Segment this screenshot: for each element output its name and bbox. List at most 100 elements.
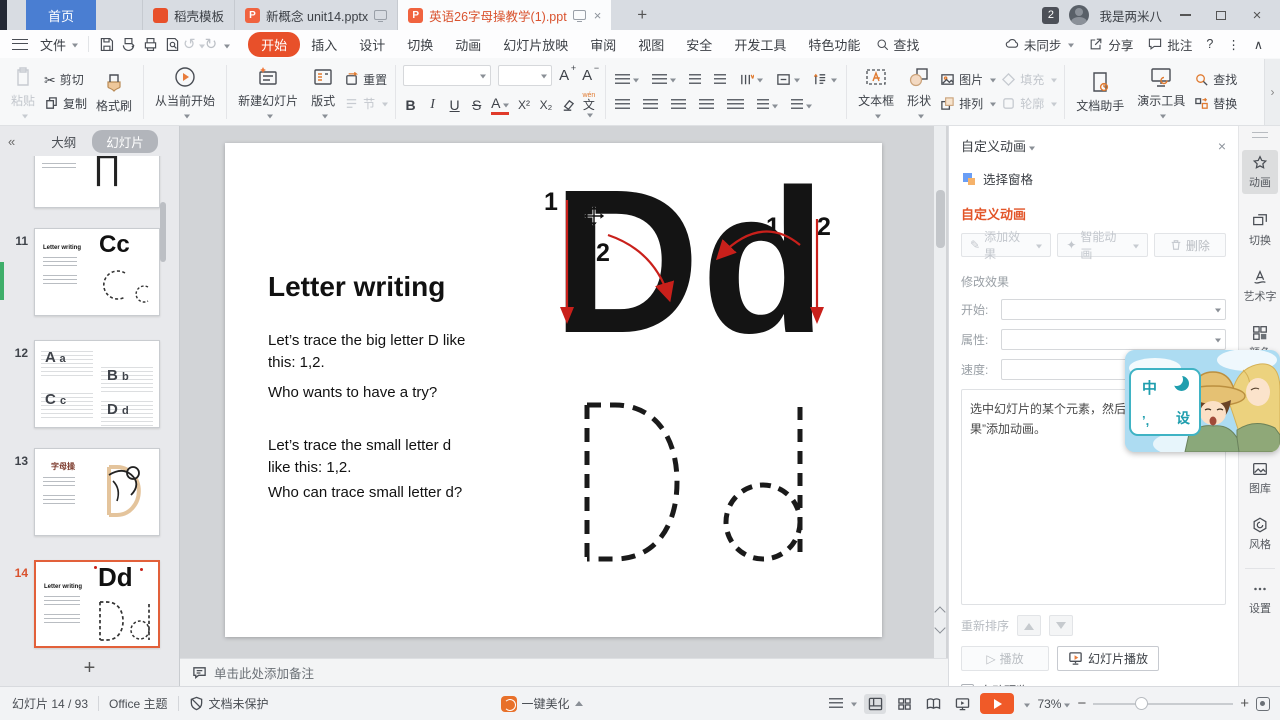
input-method-overlay[interactable]: 中 ’, 设 xyxy=(1125,350,1280,452)
comment-button[interactable]: 批注 xyxy=(1142,35,1197,54)
text-direction-button[interactable] xyxy=(737,70,765,89)
zoom-out-button[interactable]: − xyxy=(1077,695,1086,712)
avatar[interactable] xyxy=(1069,5,1089,25)
notes-bar[interactable]: 单击此处添加备注 xyxy=(180,658,948,686)
ribbon-tab-slideshow[interactable]: 幻灯片放映 xyxy=(503,32,568,57)
close-panel-icon[interactable]: × xyxy=(1218,138,1226,154)
reset-button[interactable]: 重置 xyxy=(344,71,388,88)
present-mode-icon[interactable] xyxy=(573,10,586,20)
rail-transition[interactable]: 切换 xyxy=(1242,208,1278,252)
new-tab-button[interactable]: + xyxy=(637,0,647,30)
editing-canvas[interactable]: Letter writing Let’s trace the big lette… xyxy=(180,126,948,658)
bullets-button[interactable] xyxy=(613,72,641,88)
zoom-slider[interactable] xyxy=(1093,703,1233,705)
ribbon-tab-design[interactable]: 设计 xyxy=(359,32,385,57)
property-dropdown[interactable] xyxy=(1001,329,1226,350)
slideshow-play-button[interactable]: 幻灯片播放 xyxy=(1057,646,1159,671)
restore-button[interactable] xyxy=(1208,5,1234,25)
ribbon-tab-home[interactable]: 开始 xyxy=(248,32,300,57)
view-sorter-button[interactable] xyxy=(893,694,915,714)
notification-badge[interactable]: 2 xyxy=(1042,7,1059,24)
tab-outline[interactable]: 大纲 xyxy=(43,130,84,153)
close-window-button[interactable]: × xyxy=(1244,5,1270,25)
phonetic-guide-button[interactable]: wén文 xyxy=(582,92,595,118)
shapes-button[interactable]: 形状 xyxy=(903,64,935,120)
ribbon-tab-features[interactable]: 特色功能 xyxy=(808,32,860,57)
increase-indent-button[interactable] xyxy=(712,72,728,88)
slideshow-options-icon[interactable] xyxy=(1021,697,1030,711)
ime-punctuation-indicator[interactable]: ’, xyxy=(1142,413,1149,428)
tab-document-2-active[interactable]: P 英语26字母操教学(1).ppt × xyxy=(398,0,611,30)
rail-handle-icon[interactable] xyxy=(1252,132,1268,138)
clear-format-icon[interactable] xyxy=(560,98,575,113)
help-icon[interactable]: ? xyxy=(1201,37,1218,51)
tab-home[interactable]: 首页 xyxy=(26,0,96,30)
cut-button[interactable]: ✂剪切 xyxy=(44,71,87,88)
thumbnail-slide-14[interactable]: Letter writing Dd xyxy=(34,560,160,648)
bold-button[interactable]: B xyxy=(403,97,418,114)
rail-wordart[interactable]: 艺术字 xyxy=(1242,264,1278,308)
redo-icon[interactable]: ↻ xyxy=(205,35,218,53)
doc-assistant-button[interactable]: 文档助手 xyxy=(1072,69,1128,115)
smart-animation-button[interactable]: ✦智能动画 xyxy=(1057,233,1147,257)
print-icon[interactable] xyxy=(139,33,161,55)
slide-paragraph-1[interactable]: Let’s trace the big letter D like this: … xyxy=(268,330,518,374)
present-mode-icon[interactable] xyxy=(374,10,387,20)
layout-button[interactable]: 版式 xyxy=(307,64,339,120)
quickbar-more-icon[interactable] xyxy=(221,37,230,52)
one-click-beautify-button[interactable]: 一键美化 xyxy=(501,695,583,712)
ime-language-indicator[interactable]: 中 xyxy=(1142,377,1157,398)
theme-name[interactable]: Office 主题 xyxy=(109,695,167,712)
thumbnail-slide-11[interactable]: Letter writing Cc xyxy=(34,228,160,316)
selection-pane-button[interactable]: 选择窗格 xyxy=(961,169,1226,188)
slide-paragraph-2[interactable]: Who wants to have a try? xyxy=(268,382,518,404)
increase-font-button[interactable]: ∏A+ xyxy=(559,67,575,84)
rail-style[interactable]: 风格 xyxy=(1242,512,1278,556)
align-text-button[interactable] xyxy=(774,70,802,89)
delete-effect-button[interactable]: 删除 xyxy=(1154,233,1226,257)
toolbar-expander[interactable]: › xyxy=(1264,59,1280,125)
fit-to-window-button[interactable] xyxy=(1256,697,1270,711)
ribbon-find[interactable]: 查找 xyxy=(871,35,923,54)
ime-settings[interactable]: 设 xyxy=(1176,408,1190,428)
rail-animation[interactable]: 动画 xyxy=(1242,150,1278,194)
thumbnail-slide-13[interactable]: 字母操 xyxy=(34,448,160,536)
view-normal-button[interactable] xyxy=(864,694,886,714)
more-options-icon[interactable]: ⋮ xyxy=(1222,37,1245,52)
add-slide-button[interactable]: + xyxy=(0,654,179,682)
slide-canvas[interactable]: Letter writing Let’s trace the big lette… xyxy=(225,143,882,637)
print-preview-icon[interactable] xyxy=(161,33,183,55)
share-button[interactable]: 分享 xyxy=(1083,35,1138,54)
thumbnail-slide-10[interactable]: ∏ xyxy=(34,156,160,208)
tab-docer-templates[interactable]: 稻壳模板 xyxy=(142,0,235,30)
distribute-button[interactable] xyxy=(725,97,746,113)
slideshow-start-button[interactable] xyxy=(980,693,1014,714)
section-button[interactable]: 节 xyxy=(344,95,388,112)
ime-status-box[interactable]: 中 ’, 设 xyxy=(1129,368,1201,436)
username[interactable]: 我是两米八 xyxy=(1099,6,1162,25)
strikethrough-button[interactable]: S xyxy=(469,97,484,114)
numbering-button[interactable] xyxy=(650,72,678,88)
font-color-button[interactable]: A xyxy=(491,95,509,115)
align-center-button[interactable] xyxy=(641,97,660,113)
copy-button[interactable]: 复制 xyxy=(44,95,87,112)
thumbnail-slide-12[interactable]: A a B b C c D d xyxy=(34,340,160,428)
minimize-button[interactable] xyxy=(1172,5,1198,25)
export-icon[interactable] xyxy=(117,33,139,55)
paragraph-spacing-button[interactable] xyxy=(789,97,814,113)
cloud-sync-status[interactable]: 未同步 xyxy=(999,35,1080,54)
tab-document-1[interactable]: P 新概念 unit14.pptx xyxy=(235,0,398,30)
find-button[interactable]: 查找 xyxy=(1194,71,1237,88)
presentation-tools-button[interactable]: 演示工具 xyxy=(1133,64,1189,120)
slide-paragraph-3[interactable]: Let’s trace the small letter d like this… xyxy=(268,435,518,479)
picture-button[interactable]: 图片 xyxy=(940,71,996,88)
previous-slide-button[interactable] xyxy=(934,606,945,617)
outline-button[interactable]: 轮廓 xyxy=(1001,95,1057,112)
replace-button[interactable]: 替换 xyxy=(1194,95,1237,112)
underline-button[interactable]: U xyxy=(447,97,462,114)
ribbon-tab-insert[interactable]: 插入 xyxy=(311,32,337,57)
rail-gallery[interactable]: 图库 xyxy=(1242,456,1278,500)
reorder-down-button[interactable] xyxy=(1049,615,1073,636)
notes-toggle-button[interactable] xyxy=(829,698,857,710)
canvas-scrollbar[interactable] xyxy=(934,126,946,658)
